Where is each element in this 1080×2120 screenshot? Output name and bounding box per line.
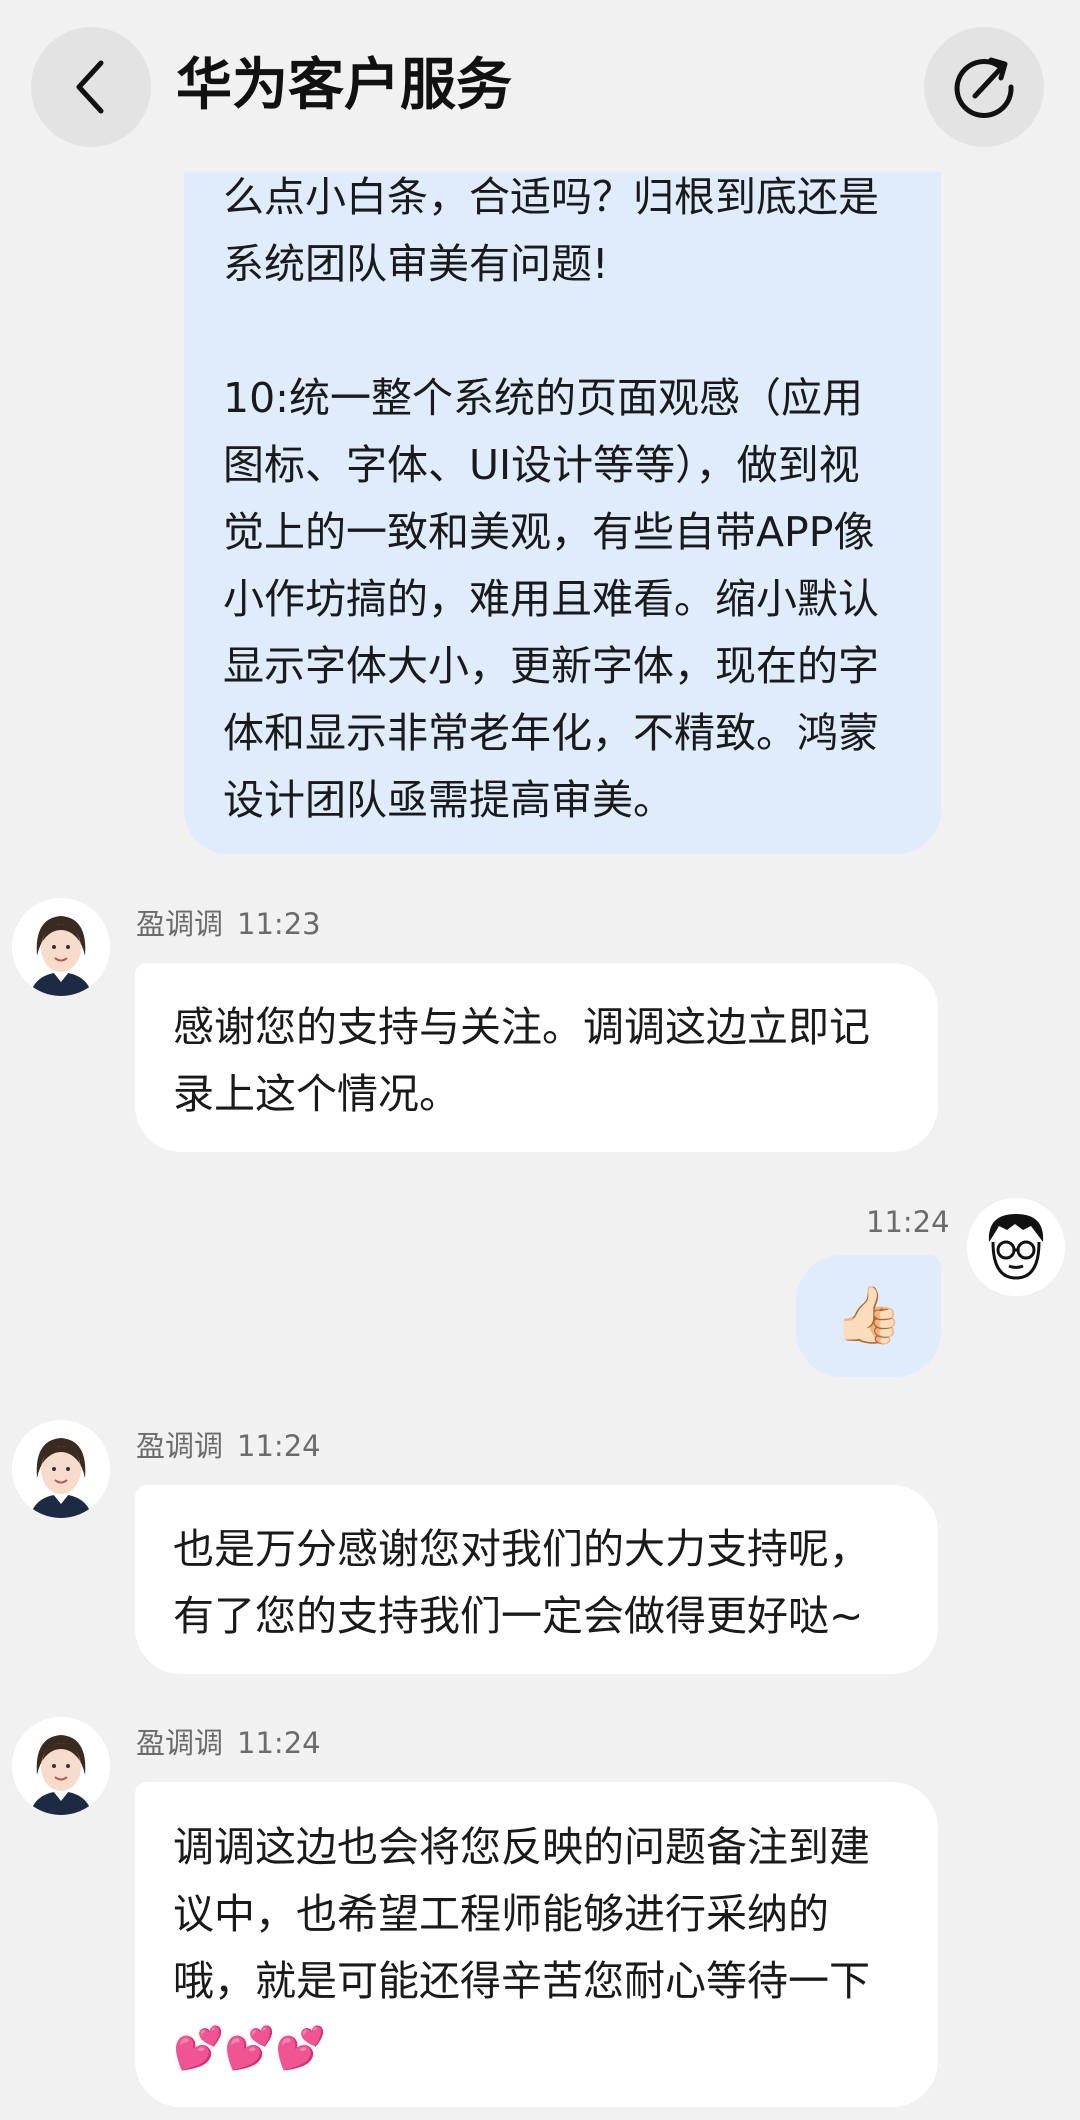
agent-avatar-image <box>12 1717 110 1815</box>
agent-message-bubble[interactable]: 也是万分感谢您对我们的大力支持呢， 有了您的支持我们一定会做得更好哒~ <box>135 1485 938 1674</box>
user-avatar[interactable] <box>967 1198 1065 1296</box>
agent-avatar[interactable] <box>12 1717 110 1815</box>
user-message-bubble[interactable]: 👍🏻 <box>796 1255 941 1377</box>
agent-avatar-image <box>12 898 110 996</box>
agent-avatar[interactable] <box>12 1420 110 1518</box>
refresh-button[interactable] <box>924 27 1044 147</box>
message-meta: 盈调调 11:24 <box>136 1723 321 1763</box>
chat-message-list[interactable]: 么点小白条，合适吗？归根到底还是 系统团队审美有问题! 10:统一整个系统的页面… <box>0 0 1080 2120</box>
refresh-icon <box>954 57 1014 118</box>
user-avatar-image <box>967 1198 1065 1296</box>
sender-name: 盈调调 <box>136 907 224 941</box>
message-time: 11:24 <box>237 1726 321 1760</box>
app-header: 华为客户服务 <box>0 0 1080 172</box>
message-time: 11:24 <box>237 1429 321 1463</box>
sender-name: 盈调调 <box>136 1726 224 1760</box>
chevron-left-icon <box>76 60 104 114</box>
back-button[interactable] <box>31 27 151 147</box>
message-meta: 盈调调 11:23 <box>136 904 321 944</box>
agent-message-bubble[interactable]: 调调这边也会将您反映的问题备注到建 议中，也希望工程师能够进行采纳的 哦，就是可… <box>135 1782 938 2107</box>
user-message-bubble[interactable]: 么点小白条，合适吗？归根到底还是 系统团队审美有问题! 10:统一整个系统的页面… <box>184 120 941 854</box>
page-title: 华为客户服务 <box>176 53 512 118</box>
sender-name: 盈调调 <box>136 1429 224 1463</box>
message-time: 11:24 <box>866 1205 950 1239</box>
thumbs-up-icon: 👍🏻 <box>833 1283 904 1348</box>
message-meta: 盈调调 11:24 <box>136 1426 321 1466</box>
agent-avatar-image <box>12 1420 110 1518</box>
agent-avatar[interactable] <box>12 898 110 996</box>
agent-message-bubble[interactable]: 感谢您的支持与关注。调调这边立即记 录上这个情况。 <box>135 963 938 1152</box>
message-time: 11:23 <box>237 907 321 941</box>
